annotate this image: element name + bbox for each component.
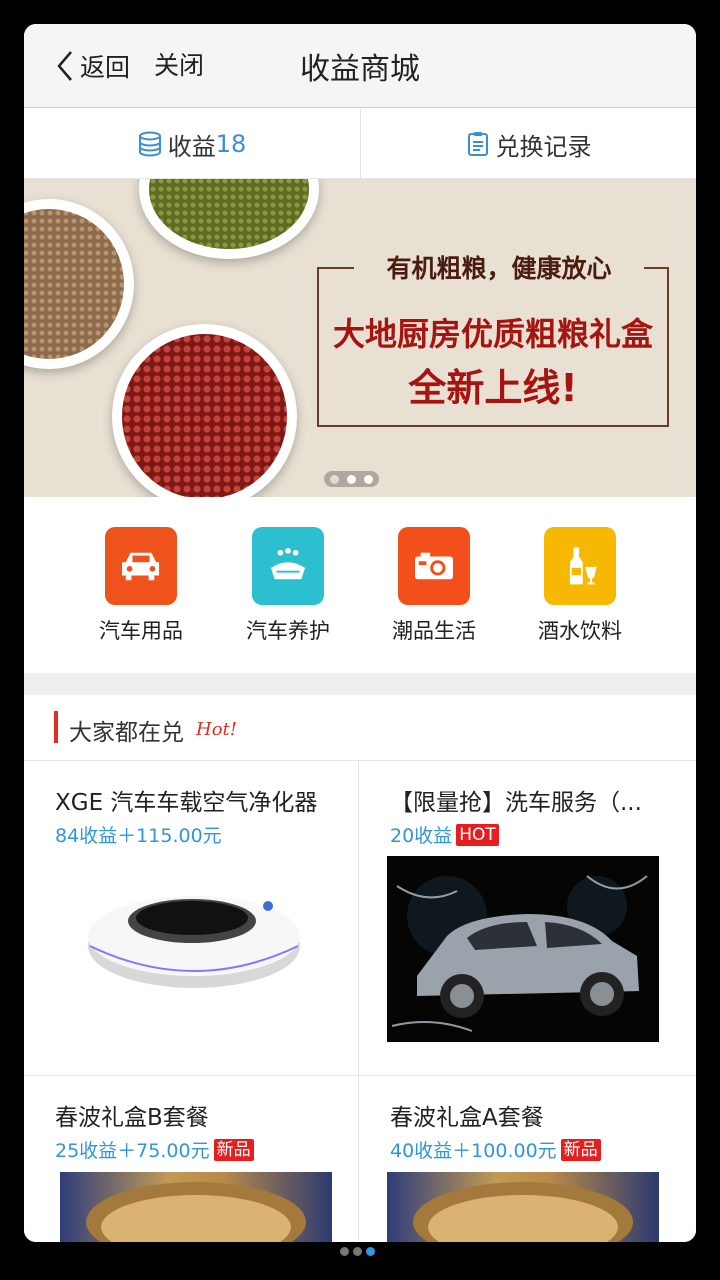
buckwheat-bowl-image [24,199,134,369]
hot-badge: HOT [456,823,499,846]
product-card[interactable]: XGE 汽车车载空气净化器 84收益＋115.00元 [24,761,359,1076]
category-auto-supplies[interactable]: 汽车用品 [81,527,201,645]
category-label: 潮品生活 [392,619,476,643]
product-card[interactable]: 【限量抢】洗车服务（... 20收益 HOT [359,761,696,1076]
records-label: 兑换记录 [495,132,592,161]
camera-icon [398,527,470,605]
pagination-dot[interactable] [330,474,339,484]
nav-header: 返回 关闭 收益商城 [24,24,696,108]
page-dot-active [366,1247,375,1256]
car-wash-image [387,856,659,1042]
category-label: 汽车用品 [99,619,183,643]
product-price: 25收益＋75.00元 新品 [55,1136,254,1163]
earnings-tab[interactable]: 收益 18 [24,109,360,179]
category-drinks[interactable]: 酒水饮料 [520,527,640,645]
price-text: 84收益＋115.00元 [55,825,222,847]
pagination-dot[interactable] [347,474,356,484]
product-name: XGE 汽车车载空气净化器 [55,790,318,816]
launcher-page-indicator [340,1247,375,1256]
pagination-dot[interactable] [364,474,373,484]
air-purifier-image [88,896,300,988]
hot-tag: Hot! [196,719,238,740]
product-card[interactable]: 春波礼盒A套餐 40收益＋100.00元 新品 [359,1076,696,1242]
price-text: 40收益＋100.00元 [390,1140,557,1162]
exchange-records-tab[interactable]: 兑换记录 [360,109,696,179]
earnings-label: 收益 [167,132,216,161]
car-wash-icon [252,527,324,605]
mung-bean-bowl-image [139,179,319,259]
new-badge: 新品 [213,1138,254,1161]
product-price: 40收益＋100.00元 新品 [390,1136,601,1163]
banner-subheadline: 全新上线! [408,366,578,410]
banner-pagination [324,471,379,487]
price-text: 20收益 [390,825,453,847]
product-name: 春波礼盒B套餐 [55,1105,209,1131]
account-bar: 收益 18 兑换记录 [24,109,696,179]
section-accent-bar [54,711,58,743]
product-name: 春波礼盒A套餐 [390,1105,544,1131]
coins-icon [138,131,161,157]
grain-bowl-image [387,1172,659,1242]
car-icon [105,527,177,605]
section-divider [24,673,696,695]
grain-bowl-image [60,1172,332,1242]
product-price: 20收益 HOT [390,821,499,848]
earnings-value: 18 [215,130,247,158]
promo-banner[interactable]: 有机粗粮，健康放心 大地厨房优质粗粮礼盒 全新上线! [24,179,696,497]
page-dot [353,1247,362,1256]
category-label: 汽车养护 [246,619,330,643]
wine-bottle-icon [544,527,616,605]
product-card[interactable]: 春波礼盒B套餐 25收益＋75.00元 新品 [24,1076,359,1242]
section-title: 大家都在兑 [69,720,184,746]
app-screen: 返回 关闭 收益商城 收益 18 兑换记录 有机粗粮，健康放心 大地厨房优质粗粮… [24,24,696,1242]
category-lifestyle[interactable]: 潮品生活 [374,527,494,645]
popular-section-header: 大家都在兑 Hot! [24,695,696,761]
category-grid: 汽车用品 汽车养护 潮品生活 酒水饮料 [24,497,696,673]
category-label: 酒水饮料 [538,619,622,643]
red-bean-bowl-image [112,324,297,497]
new-badge: 新品 [560,1138,601,1161]
product-price: 84收益＋115.00元 [55,821,222,848]
clipboard-icon [467,132,488,156]
banner-headline: 大地厨房优质粗粮礼盒 [332,315,653,353]
page-title-text: 收益商城 [300,52,420,87]
category-car-care[interactable]: 汽车养护 [228,527,348,645]
page-dot [340,1247,349,1256]
product-name: 【限量抢】洗车服务（... [390,790,642,816]
page-title: 收益商城 [24,44,696,88]
banner-tagline: 有机粗粮，健康放心 [354,249,644,285]
price-text: 25收益＋75.00元 [55,1140,210,1162]
